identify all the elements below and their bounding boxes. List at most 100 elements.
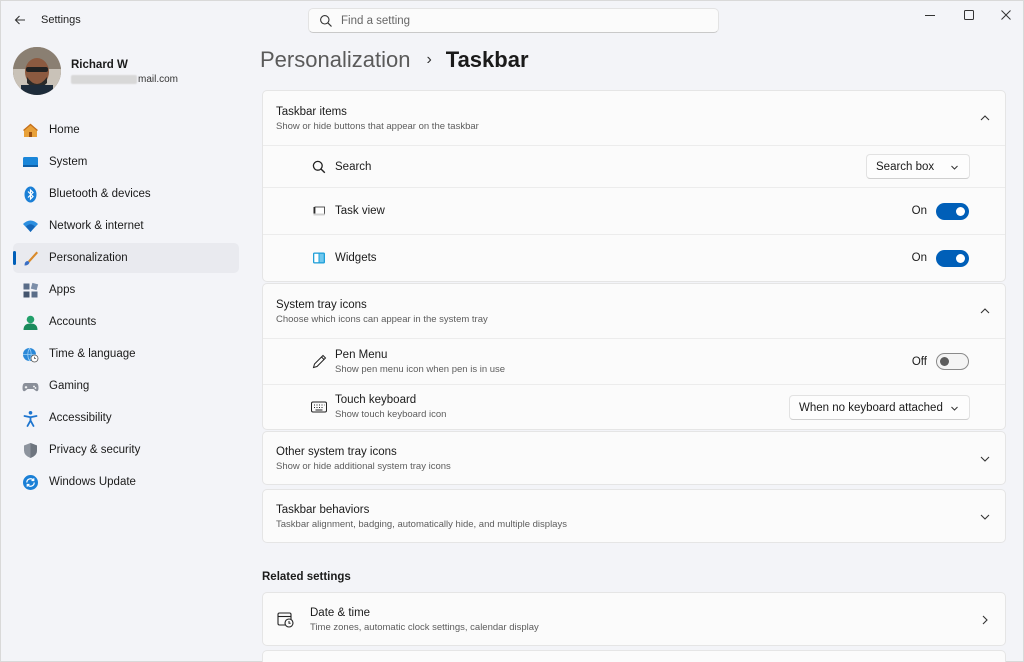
widgets-label: Widgets xyxy=(335,252,377,264)
touch-keyboard-dropdown[interactable]: When no keyboard attached xyxy=(789,395,970,420)
breadcrumb-parent[interactable]: Personalization xyxy=(260,47,410,73)
card-subtitle: Show or hide buttons that appear on the … xyxy=(276,121,479,132)
close-icon xyxy=(1001,10,1011,20)
pen-menu-label: Pen Menu xyxy=(335,348,388,361)
search-icon xyxy=(311,159,327,175)
search-input[interactable] xyxy=(341,14,701,27)
accounts-icon xyxy=(21,313,39,331)
sidebar-item-system[interactable]: System xyxy=(13,147,239,177)
other-tray-icons-header[interactable]: Other system tray icons Show or hide add… xyxy=(263,432,1005,486)
title-bar: Settings xyxy=(1,1,1024,39)
sidebar-item-network[interactable]: Network & internet xyxy=(13,211,239,241)
taskbar-behaviors-header[interactable]: Taskbar behaviors Taskbar alignment, bad… xyxy=(263,490,1005,544)
close-button[interactable] xyxy=(987,1,1024,29)
task-view-toggle-group: On xyxy=(912,202,969,220)
sidebar-item-label: System xyxy=(49,156,88,168)
calendar-clock-icon xyxy=(277,611,294,633)
app-title: Settings xyxy=(41,14,81,26)
sidebar-item-accessibility[interactable]: Accessibility xyxy=(13,403,239,433)
sidebar-item-label: Bluetooth & devices xyxy=(49,188,151,200)
sidebar-item-label: Windows Update xyxy=(49,476,136,488)
touch-keyboard-row: Touch keyboard Show touch keyboard icon … xyxy=(263,384,1005,429)
sidebar-item-privacy[interactable]: Privacy & security xyxy=(13,435,239,465)
system-tray-header[interactable]: System tray icons Choose which icons can… xyxy=(263,284,1005,338)
minimize-icon xyxy=(925,15,935,16)
pen-menu-description: Show pen menu icon when pen is in use xyxy=(335,363,506,375)
widgets-toggle[interactable] xyxy=(936,249,969,267)
sidebar-item-accounts[interactable]: Accounts xyxy=(13,307,239,337)
search-style-dropdown[interactable]: Search box xyxy=(866,154,970,179)
sidebar-item-apps[interactable]: Apps xyxy=(13,275,239,305)
pen-menu-text: Pen Menu Show pen menu icon when pen is … xyxy=(335,349,505,375)
sidebar-item-home[interactable]: Home xyxy=(13,115,239,145)
keyboard-icon xyxy=(311,399,327,415)
maximize-icon xyxy=(964,10,974,20)
sidebar-item-label: Accounts xyxy=(49,316,97,328)
sidebar-item-label: Gaming xyxy=(49,380,90,392)
back-arrow-icon xyxy=(14,15,25,25)
maximize-button[interactable] xyxy=(950,1,988,29)
page-title: Taskbar xyxy=(445,47,529,72)
sidebar-item-personalization[interactable]: Personalization xyxy=(13,243,239,273)
task-view-toggle[interactable] xyxy=(936,202,969,220)
search-label: Search xyxy=(335,160,372,173)
touch-keyboard-label: Touch keyboard xyxy=(335,394,417,406)
dropdown-value: Search box xyxy=(876,160,935,173)
search-icon xyxy=(320,14,332,27)
accessibility-icon xyxy=(21,409,39,427)
sidebar-item-label: Accessibility xyxy=(49,412,112,424)
chevron-up-icon[interactable] xyxy=(979,112,991,124)
touch-keyboard-description: Show touch keyboard icon xyxy=(335,409,447,420)
sidebar-item-bluetooth[interactable]: Bluetooth & devices xyxy=(13,179,239,209)
sidebar-item-windows-update[interactable]: Windows Update xyxy=(13,467,239,497)
avatar xyxy=(13,47,61,95)
card-subtitle: Show or hide additional system tray icon… xyxy=(276,461,451,472)
toggle-state-text: On xyxy=(911,252,927,264)
sidebar-item-time-language[interactable]: Time & language xyxy=(13,339,239,369)
task-view-label: Task view xyxy=(335,205,385,217)
user-profile[interactable]: Richard W mail.com xyxy=(13,47,243,95)
card-title: Taskbar behaviors xyxy=(276,504,370,516)
toggle-state-text: Off xyxy=(911,355,927,368)
sidebar-item-label: Personalization xyxy=(49,252,128,264)
search-row: Search Search box xyxy=(263,145,1005,187)
card-title: Date & time xyxy=(310,607,371,619)
system-icon xyxy=(21,153,39,171)
chevron-down-icon xyxy=(951,165,958,170)
pen-menu-toggle-group: Off xyxy=(912,353,969,370)
home-icon xyxy=(21,121,39,139)
email-domain: mail.com xyxy=(138,74,179,85)
related-setting-next[interactable] xyxy=(262,650,1006,662)
chevron-up-icon[interactable] xyxy=(979,305,991,317)
date-time-link[interactable]: Date & time Time zones, automatic clock … xyxy=(262,592,1006,646)
system-tray-card: System tray icons Choose which icons can… xyxy=(262,283,1006,430)
other-tray-icons-card[interactable]: Other system tray icons Show or hide add… xyxy=(262,431,1006,485)
sidebar-item-label: Time & language xyxy=(49,348,136,360)
taskbar-items-header[interactable]: Taskbar items Show or hide buttons that … xyxy=(263,91,1005,145)
sidebar-item-label: Home xyxy=(49,124,80,136)
sidebar-nav: Home System Bluetooth & devices Network … xyxy=(13,115,239,499)
breadcrumb: Personalization › Taskbar xyxy=(260,47,529,73)
search-box[interactable] xyxy=(308,8,719,33)
touch-keyboard-text: Touch keyboard Show touch keyboard icon xyxy=(335,394,446,420)
email-redaction xyxy=(71,75,137,84)
gamepad-icon xyxy=(21,377,39,395)
minimize-button[interactable] xyxy=(911,1,949,29)
update-icon xyxy=(21,473,39,491)
user-email: mail.com xyxy=(71,74,178,85)
sidebar-item-gaming[interactable]: Gaming xyxy=(13,371,239,401)
globe-clock-icon xyxy=(21,345,39,363)
card-subtitle: Time zones, automatic clock settings, ca… xyxy=(310,622,539,633)
pen-icon xyxy=(311,354,327,370)
taskbar-behaviors-card[interactable]: Taskbar behaviors Taskbar alignment, bad… xyxy=(262,489,1006,543)
sidebar-item-label: Privacy & security xyxy=(49,444,141,456)
chevron-right-icon xyxy=(982,615,988,625)
settings-window: Settings Richard W xyxy=(0,0,1024,662)
back-button[interactable] xyxy=(9,9,31,31)
date-time-text: Date & time Time zones, automatic clock … xyxy=(310,607,539,633)
apps-icon xyxy=(21,281,39,299)
widgets-toggle-group: On xyxy=(911,249,969,267)
chevron-down-icon xyxy=(980,514,990,520)
chevron-down-icon xyxy=(980,456,990,462)
pen-menu-toggle[interactable] xyxy=(936,353,969,370)
